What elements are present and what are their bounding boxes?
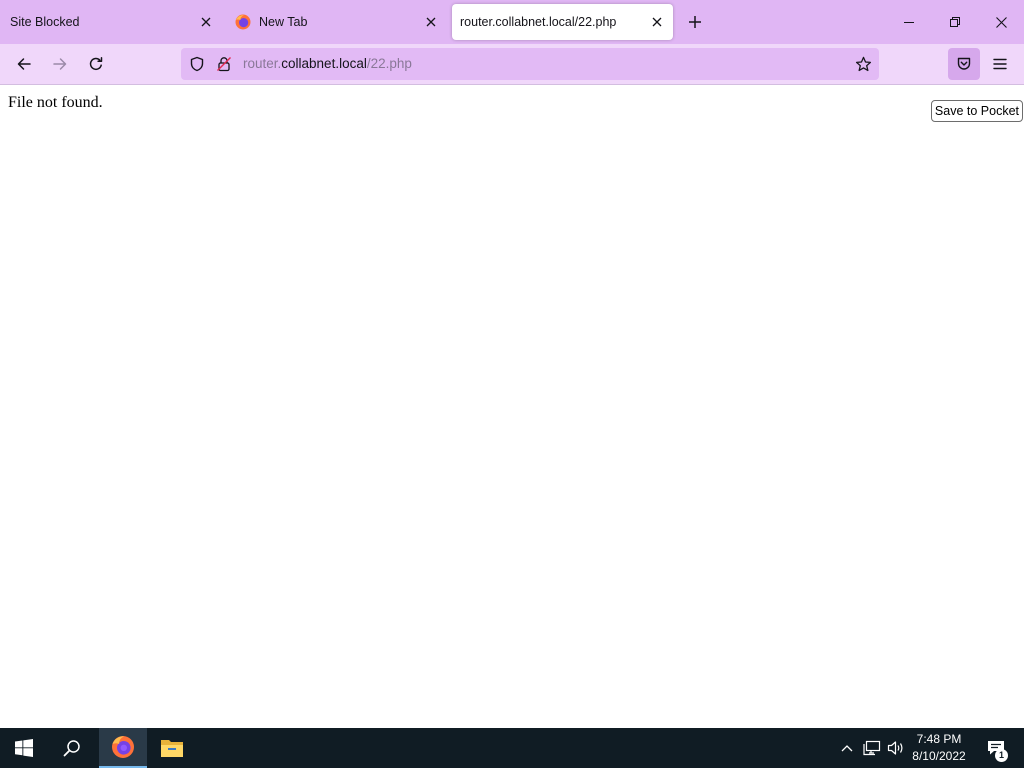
url-path: /22.php bbox=[366, 56, 412, 71]
taskbar-firefox-button[interactable] bbox=[99, 728, 147, 768]
plus-icon bbox=[689, 16, 701, 28]
firefox-icon bbox=[235, 14, 251, 30]
restore-icon bbox=[950, 17, 960, 27]
new-tab-button[interactable] bbox=[683, 10, 707, 34]
save-to-pocket-tooltip: Save to Pocket bbox=[930, 100, 1023, 122]
app-menu-button[interactable] bbox=[986, 48, 1014, 80]
action-center-button[interactable]: 1 bbox=[978, 728, 1014, 768]
speaker-icon bbox=[887, 741, 903, 755]
window-minimize-button[interactable] bbox=[886, 0, 932, 44]
save-to-pocket-button[interactable] bbox=[948, 48, 980, 80]
file-explorer-icon bbox=[161, 740, 183, 757]
show-hidden-icons-button[interactable] bbox=[836, 728, 858, 768]
network-icon bbox=[863, 740, 881, 756]
tab-site-blocked[interactable]: Site Blocked bbox=[2, 4, 222, 40]
back-button[interactable] bbox=[9, 49, 39, 79]
url-text[interactable]: router.collabnet.local/22.php bbox=[243, 56, 412, 71]
reload-icon bbox=[89, 57, 103, 71]
start-button[interactable] bbox=[0, 728, 48, 768]
tab-close-icon[interactable] bbox=[649, 14, 665, 30]
search-icon bbox=[63, 740, 80, 757]
clock-time: 7:48 PM bbox=[916, 732, 962, 746]
tab-router-page[interactable]: router.collabnet.local/22.php bbox=[452, 4, 673, 40]
windows-start-icon bbox=[15, 739, 33, 757]
navigation-toolbar: router.collabnet.local/22.php bbox=[0, 44, 1024, 85]
tab-new-tab[interactable]: New Tab bbox=[227, 4, 447, 40]
hamburger-menu-icon bbox=[993, 58, 1007, 70]
taskbar-search-button[interactable] bbox=[48, 728, 96, 768]
window-restore-button[interactable] bbox=[932, 0, 978, 44]
window-close-button[interactable] bbox=[978, 0, 1024, 44]
minimize-icon bbox=[904, 22, 914, 23]
reload-button[interactable] bbox=[81, 49, 111, 79]
forward-button[interactable] bbox=[45, 49, 75, 79]
firefox-icon bbox=[112, 736, 134, 758]
arrow-right-icon bbox=[53, 58, 67, 70]
insecure-lock-icon[interactable] bbox=[215, 55, 233, 73]
url-bar[interactable]: router.collabnet.local/22.php bbox=[181, 48, 879, 80]
windows-taskbar: 7:48 PM 8/10/2022 1 bbox=[0, 728, 1024, 768]
pocket-icon bbox=[957, 57, 971, 70]
tab-title: New Tab bbox=[259, 15, 308, 29]
tab-close-icon[interactable] bbox=[198, 14, 214, 30]
error-message: File not found. bbox=[8, 94, 103, 111]
page-content: File not found. Save to Pocket bbox=[0, 86, 1024, 728]
close-icon bbox=[995, 16, 1007, 28]
chevron-up-icon bbox=[841, 745, 853, 752]
tab-close-icon[interactable] bbox=[423, 14, 439, 30]
arrow-left-icon bbox=[17, 58, 31, 70]
bookmark-star-icon[interactable] bbox=[853, 54, 873, 74]
clock-date: 8/10/2022 bbox=[912, 749, 966, 763]
taskbar-clock[interactable]: 7:48 PM 8/10/2022 bbox=[904, 731, 974, 765]
url-host: collabnet.local bbox=[281, 56, 367, 71]
tab-title: Site Blocked bbox=[10, 15, 80, 29]
notification-count-badge: 1 bbox=[995, 749, 1008, 762]
tab-title: router.collabnet.local/22.php bbox=[460, 15, 617, 29]
taskbar-file-explorer-button[interactable] bbox=[148, 728, 196, 768]
tracking-protection-shield-icon[interactable] bbox=[188, 55, 206, 73]
network-tray-button[interactable] bbox=[860, 728, 884, 768]
url-prefix: router. bbox=[243, 56, 282, 71]
tab-strip: Site Blocked New Tab router.collabnet.lo… bbox=[0, 0, 1024, 44]
